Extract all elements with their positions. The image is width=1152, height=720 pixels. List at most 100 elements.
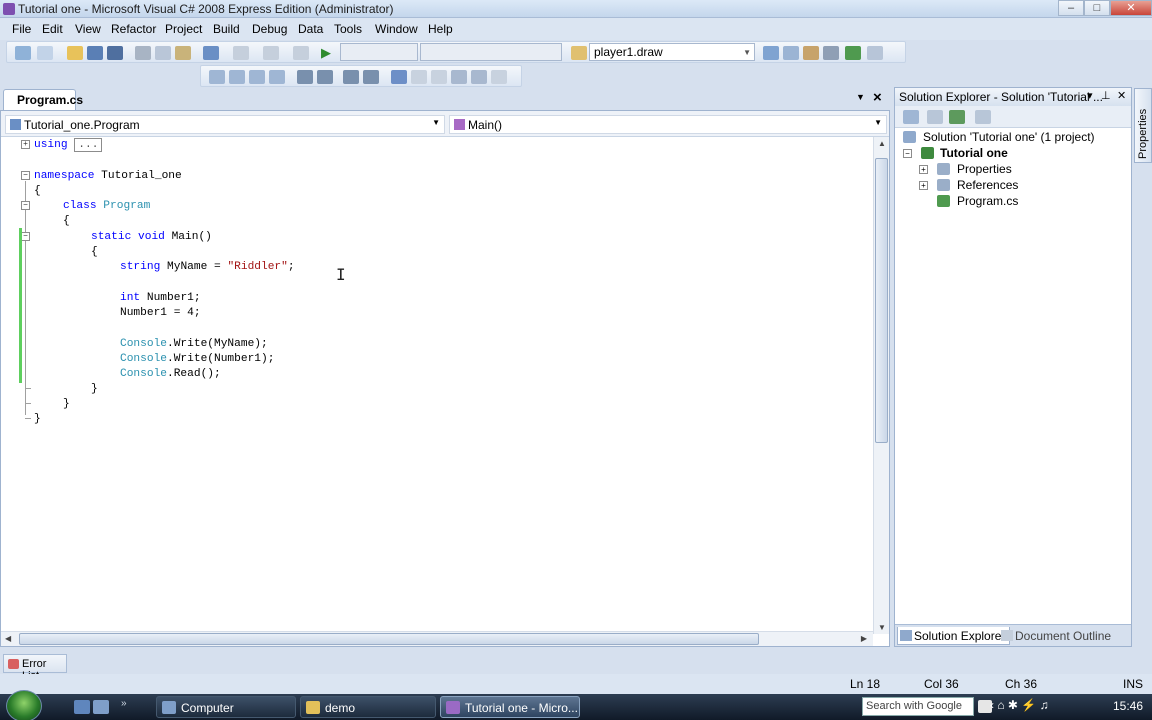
- start-page-icon[interactable]: [845, 46, 861, 60]
- toggle-bookmark-icon[interactable]: [391, 70, 407, 84]
- properties-side-tab[interactable]: Properties: [1134, 88, 1152, 163]
- task-demo[interactable]: demo: [300, 696, 436, 718]
- copy-icon[interactable]: [155, 46, 171, 60]
- scroll-left-icon[interactable]: ◀: [5, 634, 11, 643]
- properties-icon[interactable]: [903, 110, 919, 124]
- window-position-icon[interactable]: ▾: [1087, 89, 1093, 102]
- code-editor[interactable]: Tutorial_one.Program ▼ Main() ▼ + − − − …: [0, 110, 890, 647]
- navigate-forward-icon[interactable]: [293, 46, 309, 60]
- quick-info-icon[interactable]: [249, 70, 265, 84]
- menu-refactor[interactable]: Refactor: [111, 22, 156, 36]
- cut-icon[interactable]: [135, 46, 151, 60]
- active-files-dropdown-icon[interactable]: ▼: [856, 92, 865, 102]
- find-combo[interactable]: player1.draw ▼: [589, 43, 755, 61]
- menu-view[interactable]: View: [75, 22, 101, 36]
- paste-icon[interactable]: [175, 46, 191, 60]
- tree-item-properties[interactable]: Properties: [937, 162, 1012, 176]
- expand-icon[interactable]: +: [919, 181, 928, 190]
- scroll-right-icon[interactable]: ▶: [861, 634, 867, 643]
- previous-bookmark-icon[interactable]: [411, 70, 427, 84]
- add-item-icon[interactable]: [37, 46, 53, 60]
- maximize-button[interactable]: □: [1084, 0, 1110, 16]
- new-project-icon[interactable]: [15, 46, 31, 60]
- scroll-down-icon[interactable]: ▼: [878, 623, 886, 632]
- close-button[interactable]: ✕: [1110, 0, 1152, 16]
- uncomment-icon[interactable]: [363, 70, 379, 84]
- show-all-files-icon[interactable]: [927, 110, 943, 124]
- find-in-files-icon[interactable]: [571, 46, 587, 60]
- tab-solution-explorer[interactable]: Solution Explorer: [897, 627, 1011, 645]
- view-code-icon[interactable]: [975, 110, 991, 124]
- menu-file[interactable]: File: [12, 22, 31, 36]
- solution-configuration-combo[interactable]: [340, 43, 418, 61]
- tree-solution[interactable]: Solution 'Tutorial one' (1 project): [903, 130, 1095, 144]
- menu-help[interactable]: Help: [428, 22, 453, 36]
- task-computer[interactable]: Computer: [156, 696, 296, 718]
- parameter-info-icon[interactable]: [229, 70, 245, 84]
- menu-debug[interactable]: Debug: [252, 22, 287, 36]
- collapse-icon[interactable]: −: [21, 171, 30, 180]
- close-document-icon[interactable]: ×: [873, 89, 882, 106]
- menu-window[interactable]: Window: [375, 22, 418, 36]
- horizontal-scroll-thumb[interactable]: [19, 633, 759, 645]
- members-combo[interactable]: Main() ▼: [449, 115, 887, 134]
- tree-item-program-cs[interactable]: Program.cs: [937, 194, 1018, 208]
- more-windows-icon[interactable]: [867, 46, 883, 60]
- tab-error-list[interactable]: Error List: [3, 654, 67, 682]
- redo-icon[interactable]: [233, 46, 249, 60]
- show-desktop-icon[interactable]: [74, 700, 90, 714]
- menu-tools[interactable]: Tools: [334, 22, 362, 36]
- tree-item-references[interactable]: References: [937, 178, 1018, 192]
- task-visual-csharp[interactable]: Tutorial one - Micro...: [440, 696, 580, 718]
- member-list-icon[interactable]: [209, 70, 225, 84]
- next-bookmark-icon[interactable]: [431, 70, 447, 84]
- clock[interactable]: 15:46: [1113, 699, 1143, 713]
- complete-word-icon[interactable]: [269, 70, 285, 84]
- undo-icon[interactable]: [203, 46, 219, 60]
- collapse-icon[interactable]: −: [21, 232, 30, 241]
- auto-hide-icon[interactable]: ⊥: [1101, 89, 1111, 102]
- menu-data[interactable]: Data: [298, 22, 323, 36]
- vertical-scrollbar[interactable]: ▲ ▼: [873, 137, 889, 634]
- open-file-icon[interactable]: [67, 46, 83, 60]
- collapse-icon[interactable]: −: [903, 149, 912, 158]
- navigate-back-icon[interactable]: [263, 46, 279, 60]
- tab-program-cs[interactable]: Program.cs: [3, 89, 83, 110]
- horizontal-scrollbar[interactable]: ◀ ▶: [1, 631, 873, 646]
- menu-build[interactable]: Build: [213, 22, 240, 36]
- collapsed-region[interactable]: ...: [74, 138, 103, 152]
- toolbox-icon[interactable]: [823, 46, 839, 60]
- scroll-up-icon[interactable]: ▲: [878, 139, 886, 148]
- properties-window-icon[interactable]: [783, 46, 799, 60]
- solution-platform-combo[interactable]: [420, 43, 562, 61]
- tab-document-outline[interactable]: Document Outline: [999, 627, 1115, 645]
- refresh-icon[interactable]: [949, 110, 965, 124]
- menu-edit[interactable]: Edit: [42, 22, 63, 36]
- save-icon[interactable]: [87, 46, 103, 60]
- collapse-icon[interactable]: −: [21, 201, 30, 210]
- tree-project[interactable]: Tutorial one: [921, 146, 1008, 160]
- next-bookmark-folder-icon[interactable]: [471, 70, 487, 84]
- previous-bookmark-folder-icon[interactable]: [451, 70, 467, 84]
- switch-windows-icon[interactable]: [93, 700, 109, 714]
- close-panel-icon[interactable]: ✕: [1117, 89, 1126, 102]
- solution-explorer-icon[interactable]: [763, 46, 779, 60]
- expand-icon[interactable]: +: [919, 165, 928, 174]
- increase-indent-icon[interactable]: [317, 70, 333, 84]
- start-debugging-icon[interactable]: ▶: [321, 46, 337, 60]
- save-all-icon[interactable]: [107, 46, 123, 60]
- vertical-scroll-thumb[interactable]: [875, 158, 888, 443]
- quick-launch-chevron-icon[interactable]: »: [121, 698, 127, 709]
- types-combo[interactable]: Tutorial_one.Program ▼: [5, 115, 445, 134]
- clear-bookmarks-icon[interactable]: [491, 70, 507, 84]
- comment-icon[interactable]: [343, 70, 359, 84]
- search-input[interactable]: Search with Google: [862, 697, 974, 716]
- minimize-button[interactable]: –: [1058, 0, 1084, 16]
- expand-icon[interactable]: +: [21, 140, 30, 149]
- code-area[interactable]: + − − − using ... namespace Tutorial_one…: [1, 137, 873, 635]
- object-browser-icon[interactable]: [803, 46, 819, 60]
- menu-project[interactable]: Project: [165, 22, 202, 36]
- tray-arrows-icon[interactable]: ‹ ⌂ ✱ ⚡ ♫: [990, 698, 1049, 712]
- decrease-indent-icon[interactable]: [297, 70, 313, 84]
- start-button[interactable]: [6, 690, 42, 720]
